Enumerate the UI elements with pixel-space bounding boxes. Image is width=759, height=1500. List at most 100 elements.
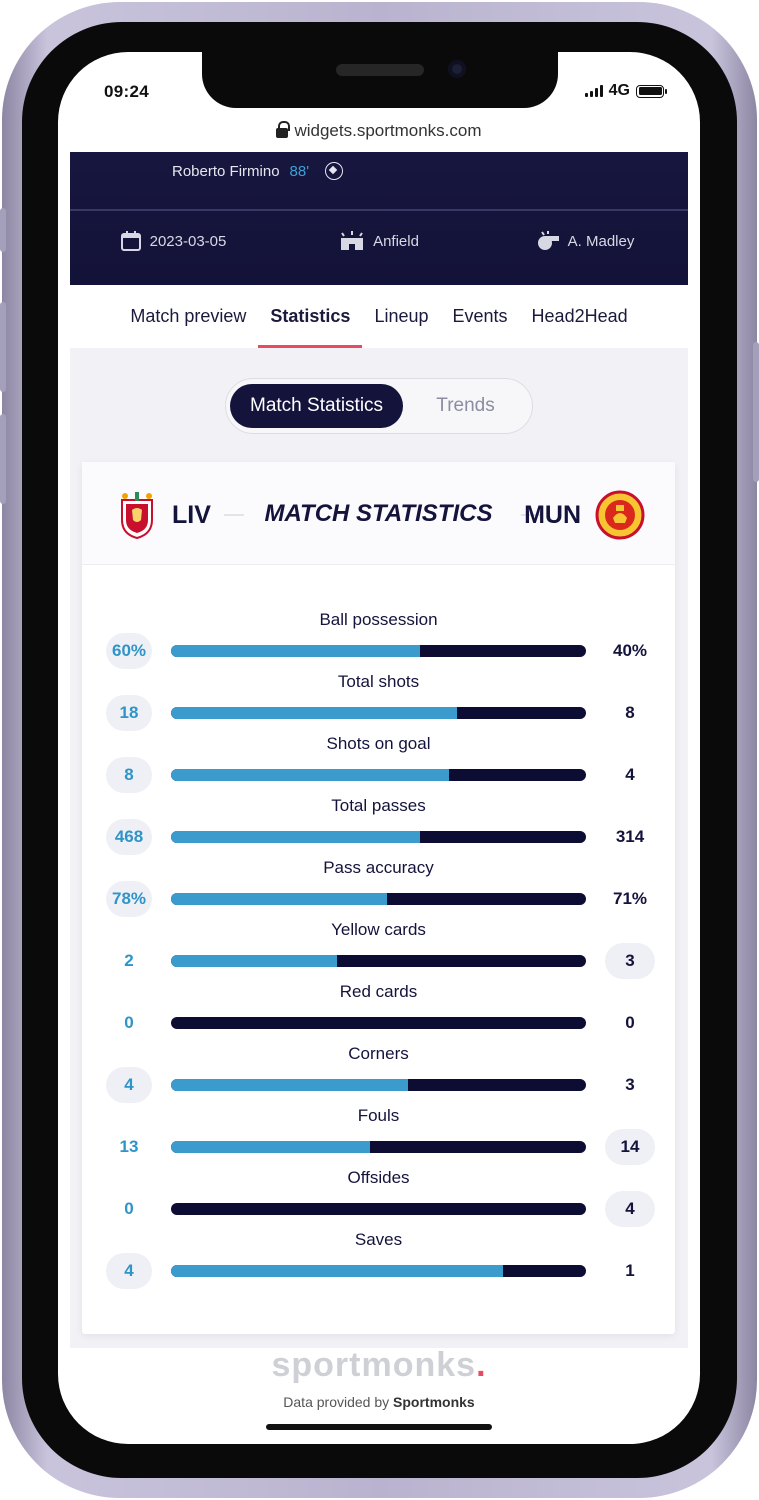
stats-view-toggle: Match Statistics Trends [225, 378, 533, 434]
stat-away-value: 14 [605, 1129, 655, 1165]
stat-bar [171, 893, 586, 905]
stat-home-value: 468 [106, 819, 152, 855]
man-united-crest-icon [595, 490, 645, 540]
address-bar[interactable]: widgets.sportmonks.com [58, 112, 700, 150]
match-info-row: 2023-03-05 Anfield A. Madley [70, 230, 688, 252]
stat-label: Total shots [337, 672, 420, 691]
stat-bar [171, 831, 586, 843]
speaker [336, 64, 424, 76]
stat-home-value: 13 [119, 1137, 139, 1156]
stadium-icon [341, 231, 364, 250]
stat-label: Total passes [331, 796, 426, 815]
power-button [753, 342, 759, 482]
match-date: 2023-03-05 [70, 230, 276, 252]
stat-bar-home-fill [171, 955, 337, 967]
stat-bar-home-fill [171, 1141, 371, 1153]
stat-label: Red cards [339, 982, 418, 1001]
provided-prefix: Data provided by [283, 1394, 390, 1410]
away-team: MUN [524, 490, 645, 540]
stat-bar [171, 1203, 586, 1215]
stat-row: Total shots 18 8 [82, 672, 675, 734]
stat-bar-home-fill [171, 707, 458, 719]
phone-screen: 09:24 4G widgets.sportmonks.com Roberto … [58, 52, 700, 1444]
stat-row: Offsides 0 4 [82, 1168, 675, 1230]
stat-away-value: 3 [625, 1075, 635, 1094]
card-header: LIV MATCH STATISTICS MUN [82, 462, 675, 565]
stat-row: Total passes 468 314 [82, 796, 675, 858]
provided-brand[interactable]: Sportmonks [393, 1394, 475, 1410]
stat-home-value: 0 [124, 1013, 134, 1032]
stat-away-value: 3 [605, 943, 655, 979]
stat-away-value: 1 [625, 1261, 635, 1280]
stat-home-value: 4 [106, 1067, 152, 1103]
stat-bar-home-fill [171, 893, 387, 905]
stat-row: Shots on goal 8 4 [82, 734, 675, 796]
stat-label: Shots on goal [326, 734, 431, 753]
status-indicators: 4G [584, 82, 667, 100]
toggle-match-statistics[interactable]: Match Statistics [230, 384, 404, 428]
stat-away-value: 4 [625, 765, 635, 784]
stat-bar [171, 1079, 586, 1091]
match-header: Roberto Firmino 88' 2023-03-05 Anfield A… [70, 152, 688, 285]
camera [448, 60, 466, 78]
battery-icon [636, 84, 667, 98]
volume-down-button [0, 414, 6, 504]
tab-match-preview[interactable]: Match preview [118, 290, 258, 346]
stat-away-value: 0 [625, 1013, 635, 1032]
stat-row: Ball possession 60% 40% [82, 610, 675, 672]
toggle-trends[interactable]: Trends [403, 395, 528, 417]
lock-icon [276, 121, 291, 140]
stat-bar [171, 707, 586, 719]
tab-events[interactable]: Events [441, 290, 520, 346]
stat-label: Offsides [347, 1168, 410, 1187]
stat-bar-home-fill [171, 769, 450, 781]
match-venue-text: Anfield [373, 232, 419, 250]
football-icon [325, 162, 344, 180]
stat-label: Saves [354, 1230, 403, 1249]
stat-row: Saves 4 1 [82, 1230, 675, 1292]
stat-row: Corners 4 3 [82, 1044, 675, 1106]
tab-lineup[interactable]: Lineup [362, 290, 440, 346]
scorer-minute: 88' [289, 162, 310, 180]
stat-bar [171, 645, 586, 657]
stat-bar [171, 1265, 586, 1277]
home-indicator[interactable] [266, 1424, 492, 1430]
stat-away-value: 40% [612, 641, 648, 660]
tab-statistics[interactable]: Statistics [258, 290, 363, 348]
network-type: 4G [608, 82, 630, 99]
header-divider [70, 209, 688, 211]
notch [202, 52, 558, 108]
match-venue: Anfield [276, 230, 482, 252]
match-referee-text: A. Madley [567, 232, 635, 250]
goal-scorer-row: Roberto Firmino 88' [172, 162, 344, 180]
stat-home-value: 4 [106, 1253, 152, 1289]
stat-home-value: 78% [106, 881, 152, 917]
signal-icon [584, 85, 603, 97]
match-referee: A. Madley [482, 230, 688, 252]
mute-switch [0, 208, 6, 252]
stat-home-value: 2 [124, 951, 134, 970]
scorer-name: Roberto Firmino [172, 162, 280, 180]
stat-label: Fouls [357, 1106, 400, 1125]
stat-home-value: 0 [124, 1199, 134, 1218]
stat-label: Ball possession [319, 610, 438, 629]
stat-bar [171, 1017, 586, 1029]
tab-head2head[interactable]: Head2Head [520, 290, 640, 346]
stat-bar [171, 955, 586, 967]
match-statistics-card: LIV MATCH STATISTICS MUN Ball possession… [82, 462, 675, 1334]
stat-away-value: 8 [625, 703, 635, 722]
stat-home-value: 8 [106, 757, 152, 793]
status-time: 09:24 [104, 82, 149, 101]
stat-row: Red cards 0 0 [82, 982, 675, 1044]
stat-home-value: 60% [106, 633, 152, 669]
sportmonks-logo: sportmonks. [271, 1346, 487, 1384]
stat-label: Yellow cards [331, 920, 426, 939]
stat-label: Corners [348, 1044, 409, 1063]
stat-bar-home-fill [171, 645, 420, 657]
stat-row: Fouls 13 14 [82, 1106, 675, 1168]
stat-bar [171, 1141, 586, 1153]
match-date-text: 2023-03-05 [149, 232, 227, 250]
stat-home-value: 18 [106, 695, 152, 731]
calendar-icon [120, 231, 141, 251]
stat-bar [171, 769, 586, 781]
